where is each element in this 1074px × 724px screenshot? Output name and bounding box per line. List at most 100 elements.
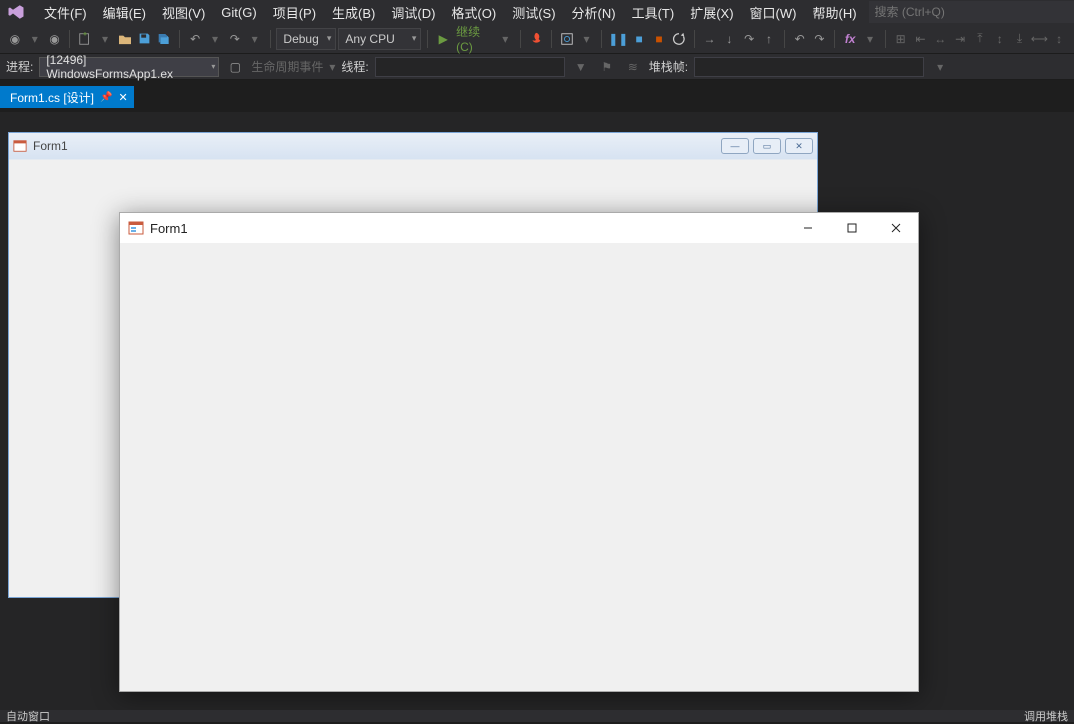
running-titlebar[interactable]: Form1	[120, 213, 918, 243]
bottom-panel-strip: 自动窗口 调用堆栈	[0, 710, 1074, 722]
menu-edit[interactable]: 编辑(E)	[95, 0, 154, 25]
filter-threads-icon[interactable]: ▼	[571, 56, 591, 78]
same-width-icon[interactable]: ⟷	[1030, 28, 1048, 50]
redo-icon[interactable]: ↷	[226, 28, 244, 50]
undo-drop-icon[interactable]: ▾	[206, 28, 224, 50]
redo2-icon[interactable]: ↷	[811, 28, 829, 50]
menu-debug[interactable]: 调试(D)	[383, 0, 443, 25]
designer-close-icon[interactable]: ✕	[785, 138, 813, 154]
separator	[427, 30, 428, 48]
hot-reload-icon[interactable]	[527, 28, 545, 50]
config-dropdown[interactable]: Debug	[276, 28, 336, 50]
overflow-icon[interactable]: ▾	[930, 56, 950, 78]
vs-logo-icon	[4, 0, 28, 24]
running-form-window[interactable]: Form1	[119, 212, 919, 692]
step-into-icon[interactable]: ↓	[720, 28, 738, 50]
running-close-button[interactable]	[874, 213, 918, 243]
menu-window[interactable]: 窗口(W)	[742, 0, 805, 25]
separator	[520, 30, 521, 48]
tab-strip: Form1.cs [设计] 📌 ✕	[0, 80, 1074, 108]
separator	[551, 30, 552, 48]
align-middle-icon[interactable]: ↕	[991, 28, 1009, 50]
running-minimize-button[interactable]	[786, 213, 830, 243]
stackframe-dropdown[interactable]	[694, 57, 924, 77]
align-right-icon[interactable]: ⇥	[951, 28, 969, 50]
menu-format[interactable]: 格式(O)	[443, 0, 504, 25]
new-item-drop-icon[interactable]: ▾	[96, 28, 114, 50]
menu-help[interactable]: 帮助(H)	[804, 0, 864, 25]
designer-minimize-icon[interactable]: —	[721, 138, 749, 154]
pin-icon[interactable]: 📌	[100, 92, 112, 103]
search-input[interactable]	[869, 1, 1074, 23]
lifecycle-icon[interactable]: ▢	[225, 56, 245, 78]
running-form-icon	[128, 220, 144, 236]
process-dropdown[interactable]: [12496] WindowsFormsApp1.ex	[39, 57, 219, 77]
menu-project[interactable]: 项目(P)	[265, 0, 324, 25]
separator	[601, 30, 602, 48]
flagged-threads-icon[interactable]: ⚑	[597, 56, 617, 78]
toolbar: ◉ ▾ ◉ ▾ ↶ ▾ ↷ ▾ Debug Any CPU ▶ 继续(C) ▾ …	[0, 24, 1074, 54]
separator	[885, 30, 886, 48]
show-next-statement-icon[interactable]: →	[701, 28, 719, 50]
designer-title: Form1	[33, 139, 715, 153]
diagnostic-icon[interactable]: fx	[841, 28, 859, 50]
browser-link-drop-icon[interactable]: ▾	[578, 28, 596, 50]
process-label: 进程:	[6, 58, 33, 75]
align-center-icon[interactable]: ↔	[931, 28, 949, 50]
platform-dropdown[interactable]: Any CPU	[338, 28, 421, 50]
separator	[694, 30, 695, 48]
stop-debug-icon[interactable]: ■	[650, 28, 668, 50]
lifecycle-label: 生命周期事件	[251, 58, 323, 75]
align-left-icon[interactable]: ⇤	[912, 28, 930, 50]
align-top-icon[interactable]: ⤒	[971, 28, 989, 50]
tab-form1-designer[interactable]: Form1.cs [设计] 📌 ✕	[0, 86, 134, 108]
thread-label: 线程:	[341, 58, 368, 75]
new-item-icon[interactable]	[76, 28, 94, 50]
step-over-icon[interactable]: ↷	[740, 28, 758, 50]
stack-icon[interactable]: ≋	[623, 56, 643, 78]
nav-back-drop-icon[interactable]: ▾	[26, 28, 44, 50]
nav-back-icon[interactable]: ◉	[6, 28, 24, 50]
menu-analyze[interactable]: 分析(N)	[564, 0, 624, 25]
diagnostic-drop-icon[interactable]: ▾	[861, 28, 879, 50]
step-out-icon[interactable]: ↑	[760, 28, 778, 50]
continue-drop-icon[interactable]: ▾	[496, 28, 514, 50]
designer-titlebar: Form1 — ▭ ✕	[9, 133, 817, 159]
separator	[270, 30, 271, 48]
menu-build[interactable]: 生成(B)	[324, 0, 383, 25]
separator	[179, 30, 180, 48]
menu-file[interactable]: 文件(F)	[36, 0, 95, 25]
redo-drop-icon[interactable]: ▾	[246, 28, 264, 50]
running-maximize-button[interactable]	[830, 213, 874, 243]
running-form-body[interactable]	[120, 243, 918, 691]
close-icon[interactable]: ✕	[118, 91, 127, 104]
browser-link-icon[interactable]	[558, 28, 576, 50]
tab-title: Form1.cs [设计]	[10, 89, 94, 106]
separator	[69, 30, 70, 48]
restart-icon[interactable]	[670, 28, 688, 50]
continue-icon[interactable]: ▶	[434, 28, 452, 50]
stop-icon[interactable]: ■	[630, 28, 648, 50]
undo-icon[interactable]: ↶	[186, 28, 204, 50]
thread-dropdown[interactable]	[375, 57, 565, 77]
separator	[784, 30, 785, 48]
save-icon[interactable]	[136, 28, 154, 50]
continue-label[interactable]: 继续(C)	[454, 23, 494, 54]
pause-icon[interactable]: ❚❚	[608, 28, 628, 50]
menu-tools[interactable]: 工具(T)	[624, 0, 683, 25]
undo2-icon[interactable]: ↶	[791, 28, 809, 50]
menu-view[interactable]: 视图(V)	[154, 0, 213, 25]
same-height-icon[interactable]: ↕	[1050, 28, 1068, 50]
open-folder-icon[interactable]	[116, 28, 134, 50]
menu-test[interactable]: 测试(S)	[504, 0, 563, 25]
nav-fwd-icon[interactable]: ◉	[46, 28, 64, 50]
save-all-icon[interactable]	[156, 28, 174, 50]
separator	[834, 30, 835, 48]
running-title: Form1	[150, 221, 188, 236]
search-box	[869, 1, 1074, 23]
align-bottom-icon[interactable]: ⤓	[1011, 28, 1029, 50]
menu-git[interactable]: Git(G)	[213, 2, 264, 23]
menu-extensions[interactable]: 扩展(X)	[682, 0, 741, 25]
align-grid-icon[interactable]: ⊞	[892, 28, 910, 50]
designer-maximize-icon[interactable]: ▭	[753, 138, 781, 154]
